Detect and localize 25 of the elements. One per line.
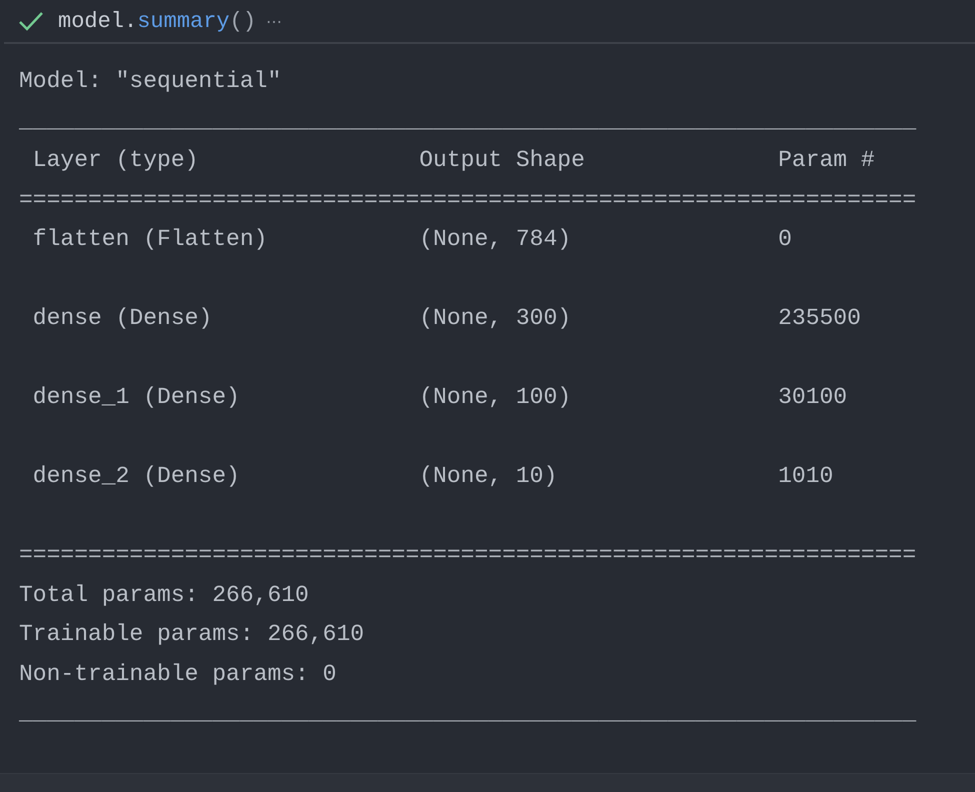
table-cell-text: (None, 300) bbox=[419, 304, 572, 333]
table-cell-text: dense_1 (Dense) bbox=[32, 383, 240, 412]
model-title: Model: "sequential" bbox=[19, 67, 282, 96]
table-cell-text: dense_2 (Dense) bbox=[32, 462, 240, 491]
table-cell-text: 0 bbox=[778, 225, 792, 254]
equals-rule: ================================================================= bbox=[19, 541, 918, 570]
table-cell-text: 235500 bbox=[778, 304, 861, 333]
column-header: Output Shape bbox=[419, 146, 585, 175]
param-summary: Trainable params: 266,610 bbox=[19, 620, 366, 649]
table-cell-text: flatten (Flatten) bbox=[32, 225, 268, 254]
code-line: model.summary() bbox=[58, 8, 256, 34]
table-cell-text: dense (Dense) bbox=[32, 304, 212, 333]
column-header: Param # bbox=[778, 146, 875, 175]
table-cell-text: 1010 bbox=[778, 462, 834, 491]
table-cell-text: (None, 100) bbox=[419, 383, 572, 412]
more-button[interactable]: ⋯ bbox=[264, 12, 284, 30]
equals-rule: ================================================================= bbox=[19, 186, 918, 214]
param-summary: Total params: 266,610 bbox=[19, 580, 310, 610]
table-cell-text: (None, 10) bbox=[419, 462, 558, 491]
column-header: Layer (type) bbox=[32, 146, 198, 175]
table-cell-text: (None, 784) bbox=[419, 225, 572, 254]
underscore-rule: _________________________________________________________________ bbox=[19, 699, 918, 728]
table-cell-text: 30100 bbox=[778, 383, 848, 412]
underscore-rule: _________________________________________________________________ bbox=[19, 106, 918, 136]
param-summary: Non-trainable params: 0 bbox=[19, 660, 338, 688]
